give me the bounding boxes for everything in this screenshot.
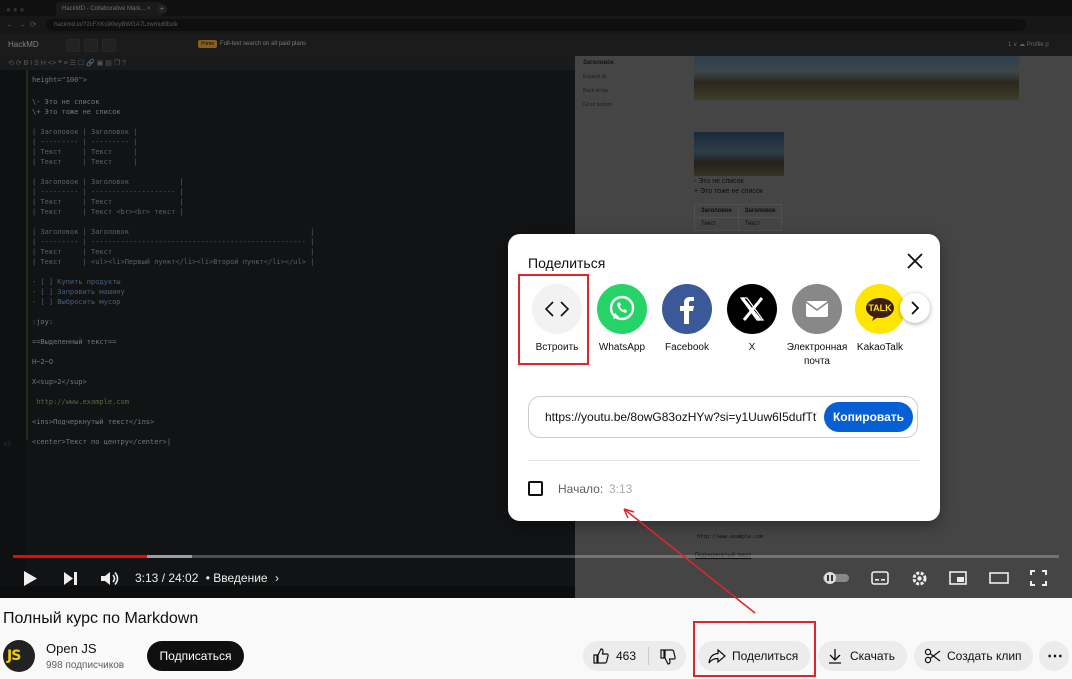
autoplay-toggle[interactable]	[822, 571, 850, 585]
chapter-arrow-icon: ›	[274, 571, 279, 585]
email-icon	[792, 284, 842, 334]
theater-mode-icon[interactable]	[989, 572, 1009, 584]
subscriber-count: 998 подписчиков	[46, 660, 125, 671]
subscribe-button[interactable]: Подписаться	[147, 641, 244, 671]
start-time-value[interactable]: 3:13	[609, 482, 632, 496]
download-button-label: Скачать	[850, 649, 895, 663]
share-option-label: KakaoTalk	[856, 342, 904, 353]
share-dialog-title: Поделиться	[528, 255, 606, 271]
kakaotalk-icon-text: TALK	[868, 303, 892, 313]
share-whatsapp-button[interactable]: WhatsApp	[585, 284, 659, 355]
settings-gear-icon[interactable]	[911, 570, 928, 587]
download-icon	[829, 649, 841, 664]
video-title: Полный курс по Markdown	[3, 610, 199, 627]
share-button-label: Поделиться	[732, 649, 799, 663]
subtitles-icon[interactable]	[871, 571, 889, 585]
miniplayer-icon[interactable]	[949, 571, 967, 585]
share-email-button[interactable]: Электронная почта	[780, 284, 854, 369]
divider	[528, 460, 920, 461]
share-button[interactable]: Поделиться	[698, 641, 810, 671]
close-icon[interactable]	[903, 249, 927, 273]
share-option-label: Facebook	[665, 342, 709, 353]
divider	[648, 647, 649, 665]
copy-button[interactable]: Копировать	[824, 402, 913, 432]
next-video-icon[interactable]	[63, 571, 79, 586]
share-option-label: WhatsApp	[598, 342, 646, 353]
play-icon[interactable]	[22, 570, 38, 587]
share-arrow-icon	[708, 648, 726, 664]
progress-played	[13, 555, 147, 558]
download-button[interactable]: Скачать	[818, 641, 907, 671]
share-url[interactable]: https://youtu.be/8owG83ozHYw?si=y1Uuw6I5…	[545, 410, 817, 424]
share-option-label: Электронная почта	[786, 342, 848, 367]
chapter-title[interactable]: • Введение	[206, 571, 268, 585]
like-count: 463	[616, 649, 637, 663]
annotation-highlight-embed	[518, 274, 589, 365]
channel-name[interactable]: Open JS	[46, 641, 97, 656]
x-logo-icon	[727, 284, 777, 334]
annotation-arrow	[623, 508, 756, 614]
share-facebook-button[interactable]: Facebook	[650, 284, 724, 355]
dislike-icon[interactable]	[659, 648, 677, 666]
facebook-icon	[662, 284, 712, 334]
like-dislike-group: 463	[583, 641, 686, 671]
kakaotalk-icon: TALK	[855, 284, 905, 334]
volume-icon[interactable]	[100, 570, 120, 587]
time-display[interactable]: 3:13 / 24:02 • Введение ›	[135, 571, 279, 585]
scissors-icon	[924, 648, 941, 664]
share-x-button[interactable]: X	[715, 284, 789, 355]
chevron-right-icon	[911, 301, 920, 315]
more-actions-button[interactable]: ⋯	[1039, 641, 1069, 671]
share-next-button[interactable]	[900, 293, 930, 323]
channel-avatar[interactable]: JS	[3, 640, 35, 672]
like-icon[interactable]	[592, 647, 610, 665]
more-icon: ⋯	[1047, 648, 1063, 665]
start-time-label: Начало:	[558, 482, 604, 496]
create-clip-label: Создать клип	[947, 649, 1022, 663]
whatsapp-icon	[597, 284, 647, 334]
channel-avatar-text: JS	[7, 648, 21, 664]
share-option-label: X	[748, 342, 756, 353]
create-clip-button[interactable]: Создать клип	[914, 641, 1033, 671]
current-time: 3:13 / 24:02	[135, 571, 199, 585]
start-time-checkbox[interactable]	[528, 481, 543, 496]
share-url-box: https://youtu.be/8owG83ozHYw?si=y1Uuw6I5…	[528, 396, 918, 438]
fullscreen-icon[interactable]	[1030, 570, 1047, 586]
